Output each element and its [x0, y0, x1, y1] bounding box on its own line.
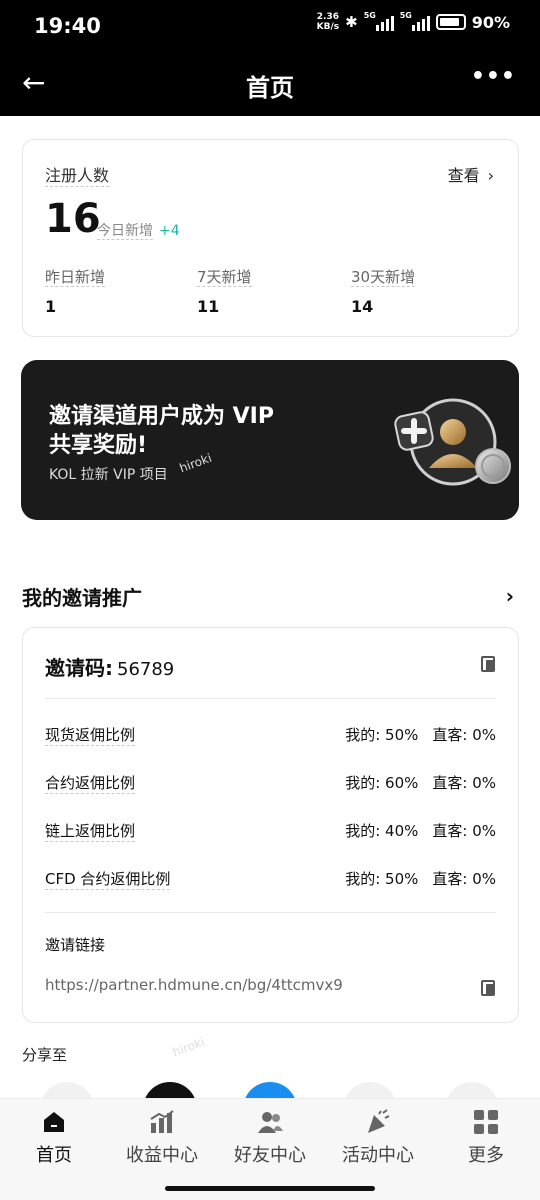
vip-banner[interactable]: 邀请渠道用户成为 VIP 共享奖励! KOL 拉新 VIP 项目 hiroki — [21, 360, 519, 520]
grid-icon — [474, 1110, 498, 1134]
registration-count: 16 — [45, 196, 101, 242]
rate-row-contract: 合约返佣比例 我的: 60% 直客: 0% — [45, 774, 496, 794]
banner-title: 邀请渠道用户成为 VIP 共享奖励! — [49, 404, 274, 458]
more-options-icon[interactable]: ••• — [471, 64, 516, 89]
invite-link-label: 邀请链接 — [45, 936, 106, 954]
battery-icon — [435, 14, 466, 30]
invite-card: 邀请码: 56789 现货返佣比例 我的: 50% 直客: 0% 合约返佣比例 我的: … — [22, 627, 519, 1023]
invite-code: 邀请码: 56789 — [45, 656, 175, 680]
vip-user-medal-icon — [394, 398, 511, 486]
friends-icon — [258, 1112, 283, 1133]
home-indicator — [165, 1186, 375, 1191]
registration-card: 注册人数 查看 › 16 今日新增 +4 昨日新增 1 7天新增 11 30天新增 14 — [22, 139, 519, 337]
top-area: 19:40 2.36 KB/s ✱ 5G 5G 90% ← 首页 ••• — [0, 0, 540, 116]
signal-icon: 5G — [364, 11, 394, 31]
status-icons: 2.36 KB/s ✱ 5G 5G 90% — [316, 11, 510, 32]
nav-bar: ← 首页 ••• — [0, 52, 540, 116]
signal-icon: 5G — [400, 11, 430, 31]
today-delta: +4 — [159, 223, 180, 239]
divider — [45, 698, 496, 699]
rate-row-spot: 现货返佣比例 我的: 50% 直客: 0% — [45, 726, 496, 746]
watermark: hiroki — [170, 1034, 207, 1060]
divider — [45, 912, 496, 913]
tab-more[interactable]: 更多 — [432, 1109, 540, 1169]
tab-friends[interactable]: 好友中心 — [216, 1109, 324, 1169]
stat-30-days: 30天新增 14 — [351, 268, 416, 316]
page-title: 首页 — [246, 74, 294, 102]
share-label: 分享至 — [22, 1046, 68, 1064]
status-bar: 19:40 2.36 KB/s ✱ 5G 5G 90% — [0, 0, 540, 52]
home-icon — [44, 1112, 64, 1132]
today-new: 今日新增 +4 — [97, 223, 180, 240]
copy-icon[interactable] — [481, 980, 497, 996]
registration-label: 注册人数 — [45, 162, 110, 187]
invite-link[interactable]: https://partner.hdmune.cn/bg/4ttcmvx9 — [45, 976, 343, 994]
bottom-tab-bar: 首页 收益中心 好友中心 活动中心 更多 — [0, 1098, 540, 1200]
stat-yesterday: 昨日新增 1 — [45, 268, 106, 316]
chart-icon — [150, 1110, 174, 1133]
view-button[interactable]: 查看 › — [448, 162, 494, 186]
status-time: 19:40 — [34, 14, 101, 38]
copy-icon[interactable] — [481, 656, 497, 672]
rate-row-cfd: CFD 合约返佣比例 我的: 50% 直客: 0% — [45, 870, 496, 890]
network-speed: 2.36 KB/s — [316, 12, 340, 32]
party-icon — [368, 1109, 390, 1133]
tab-earnings[interactable]: 收益中心 — [108, 1109, 216, 1169]
tab-home[interactable]: 首页 — [0, 1109, 108, 1169]
section-title-invite: 我的邀请推广 — [22, 586, 142, 610]
battery-level: 90% — [471, 12, 510, 32]
stat-7-days: 7天新增 11 — [197, 268, 252, 316]
chevron-right-icon: › — [487, 166, 494, 185]
bluetooth-icon: ✱ — [345, 13, 358, 31]
tab-activities[interactable]: 活动中心 — [324, 1109, 432, 1169]
rate-row-onchain: 链上返佣比例 我的: 40% 直客: 0% — [45, 822, 496, 842]
banner-subtitle: KOL 拉新 VIP 项目 — [49, 467, 168, 483]
chevron-right-icon[interactable]: › — [506, 584, 514, 608]
invite-code-value: 56789 — [117, 659, 175, 680]
